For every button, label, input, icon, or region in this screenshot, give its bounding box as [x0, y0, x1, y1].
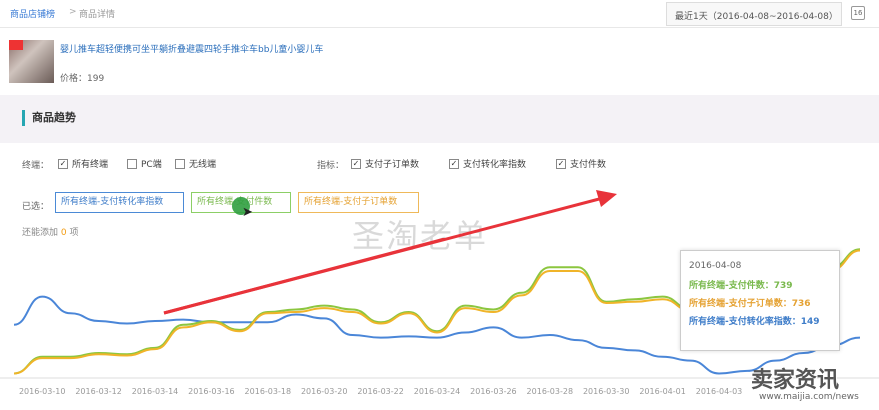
- product-title[interactable]: 婴儿推车超轻便携可坐平躺折叠避震四轮手推伞车bb儿童小婴儿车: [60, 42, 323, 55]
- chart-tooltip: 2016-04-08 所有终端-支付件数：739 所有终端-支付子订单数：736…: [680, 250, 840, 351]
- selected-pill-conversion[interactable]: 所有终端-支付转化率指数: [55, 192, 184, 213]
- checkbox-unchecked-icon[interactable]: [127, 158, 137, 169]
- x-tick-label: 2016-04-03: [696, 387, 743, 396]
- terminal-all-checkbox[interactable]: ✓ 所有终端: [58, 157, 108, 170]
- metric-conversion-checkbox[interactable]: ✓ 支付转化率指数: [449, 157, 526, 170]
- x-tick-label: 2016-03-16: [188, 387, 235, 396]
- section-title: 商品趋势: [22, 110, 76, 126]
- tooltip-row-pieces: 所有终端-支付件数：739: [689, 281, 793, 291]
- date-range-selector[interactable]: 最近1天（2016-04-08~2016-04-08）: [666, 2, 842, 26]
- checkbox-label: 所有终端: [72, 160, 109, 170]
- breadcrumb-product-detail: 商品详情: [79, 10, 116, 20]
- checkbox-label: 无线端: [189, 160, 217, 170]
- x-tick-label: 2016-03-30: [583, 387, 630, 396]
- x-tick-label: 2016-03-22: [357, 387, 404, 396]
- breadcrumb-separator: >: [69, 7, 77, 17]
- checkbox-checked-icon[interactable]: ✓: [556, 158, 566, 169]
- x-tick-label: 2016-03-14: [132, 387, 179, 396]
- brand-url: www.maijia.com/news: [759, 392, 859, 402]
- x-tick-label: 2016-03-26: [470, 387, 517, 396]
- metric-label: 指标：: [317, 161, 345, 171]
- mouse-cursor-icon: ➤: [242, 205, 253, 220]
- metric-sub-orders-checkbox[interactable]: ✓ 支付子订单数: [351, 157, 419, 170]
- product-price: 价格：199: [60, 74, 105, 84]
- metric-pieces-checkbox[interactable]: ✓ 支付件数: [556, 157, 606, 170]
- x-tick-label: 2016-03-24: [414, 387, 461, 396]
- brand-watermark: 卖家资讯 www.maijia.com/news: [737, 360, 879, 410]
- product-thumbnail[interactable]: [9, 40, 54, 83]
- brand-name: 卖家资讯: [751, 368, 840, 393]
- breadcrumb-shop-ranking[interactable]: 商品店铺榜: [10, 7, 55, 20]
- checkbox-checked-icon[interactable]: ✓: [449, 158, 459, 169]
- terminal-wireless-checkbox[interactable]: 无线端: [175, 157, 216, 170]
- annotation-arrow-line: [163, 238, 455, 315]
- add-more-prefix: 还能添加: [22, 228, 59, 238]
- x-tick-label: 2016-04-01: [639, 387, 686, 396]
- add-more-count: 0: [60, 228, 67, 238]
- tooltip-row-conversion: 所有终端-支付转化率指数：149: [689, 317, 820, 327]
- checkbox-label: 支付转化率指数: [463, 160, 527, 170]
- top-bar: 商品店铺榜 > 商品详情 最近1天（2016-04-08~2016-04-08）…: [0, 0, 879, 28]
- checkbox-label: PC端: [141, 160, 162, 170]
- checkbox-unchecked-icon[interactable]: [175, 158, 185, 169]
- checkbox-label: 支付件数: [570, 160, 607, 170]
- tooltip-row-sub-orders: 所有终端-支付子订单数：736: [689, 299, 811, 309]
- checkbox-label: 支付子订单数: [365, 160, 420, 170]
- calendar-icon[interactable]: 16: [851, 6, 865, 20]
- terminal-pc-checkbox[interactable]: PC端: [127, 157, 162, 170]
- section-header: [0, 95, 879, 143]
- add-more-hint: 还能添加 0 项: [22, 225, 79, 238]
- checkbox-checked-icon[interactable]: ✓: [351, 158, 361, 169]
- selected-pill-sub-orders[interactable]: 所有终端-支付子订单数: [298, 192, 419, 213]
- x-tick-label: 2016-03-12: [75, 387, 122, 396]
- terminal-label: 终端：: [22, 161, 50, 171]
- x-tick-label: 2016-03-18: [245, 387, 292, 396]
- x-tick-label: 2016-03-10: [19, 387, 66, 396]
- checkbox-checked-icon[interactable]: ✓: [58, 158, 68, 169]
- add-more-suffix: 项: [69, 228, 79, 238]
- tooltip-date: 2016-04-08: [689, 261, 742, 271]
- selected-label: 已选：: [22, 202, 50, 212]
- annotation-arrow-head: [596, 190, 617, 207]
- x-tick-label: 2016-03-20: [301, 387, 348, 396]
- x-tick-label: 2016-03-28: [527, 387, 574, 396]
